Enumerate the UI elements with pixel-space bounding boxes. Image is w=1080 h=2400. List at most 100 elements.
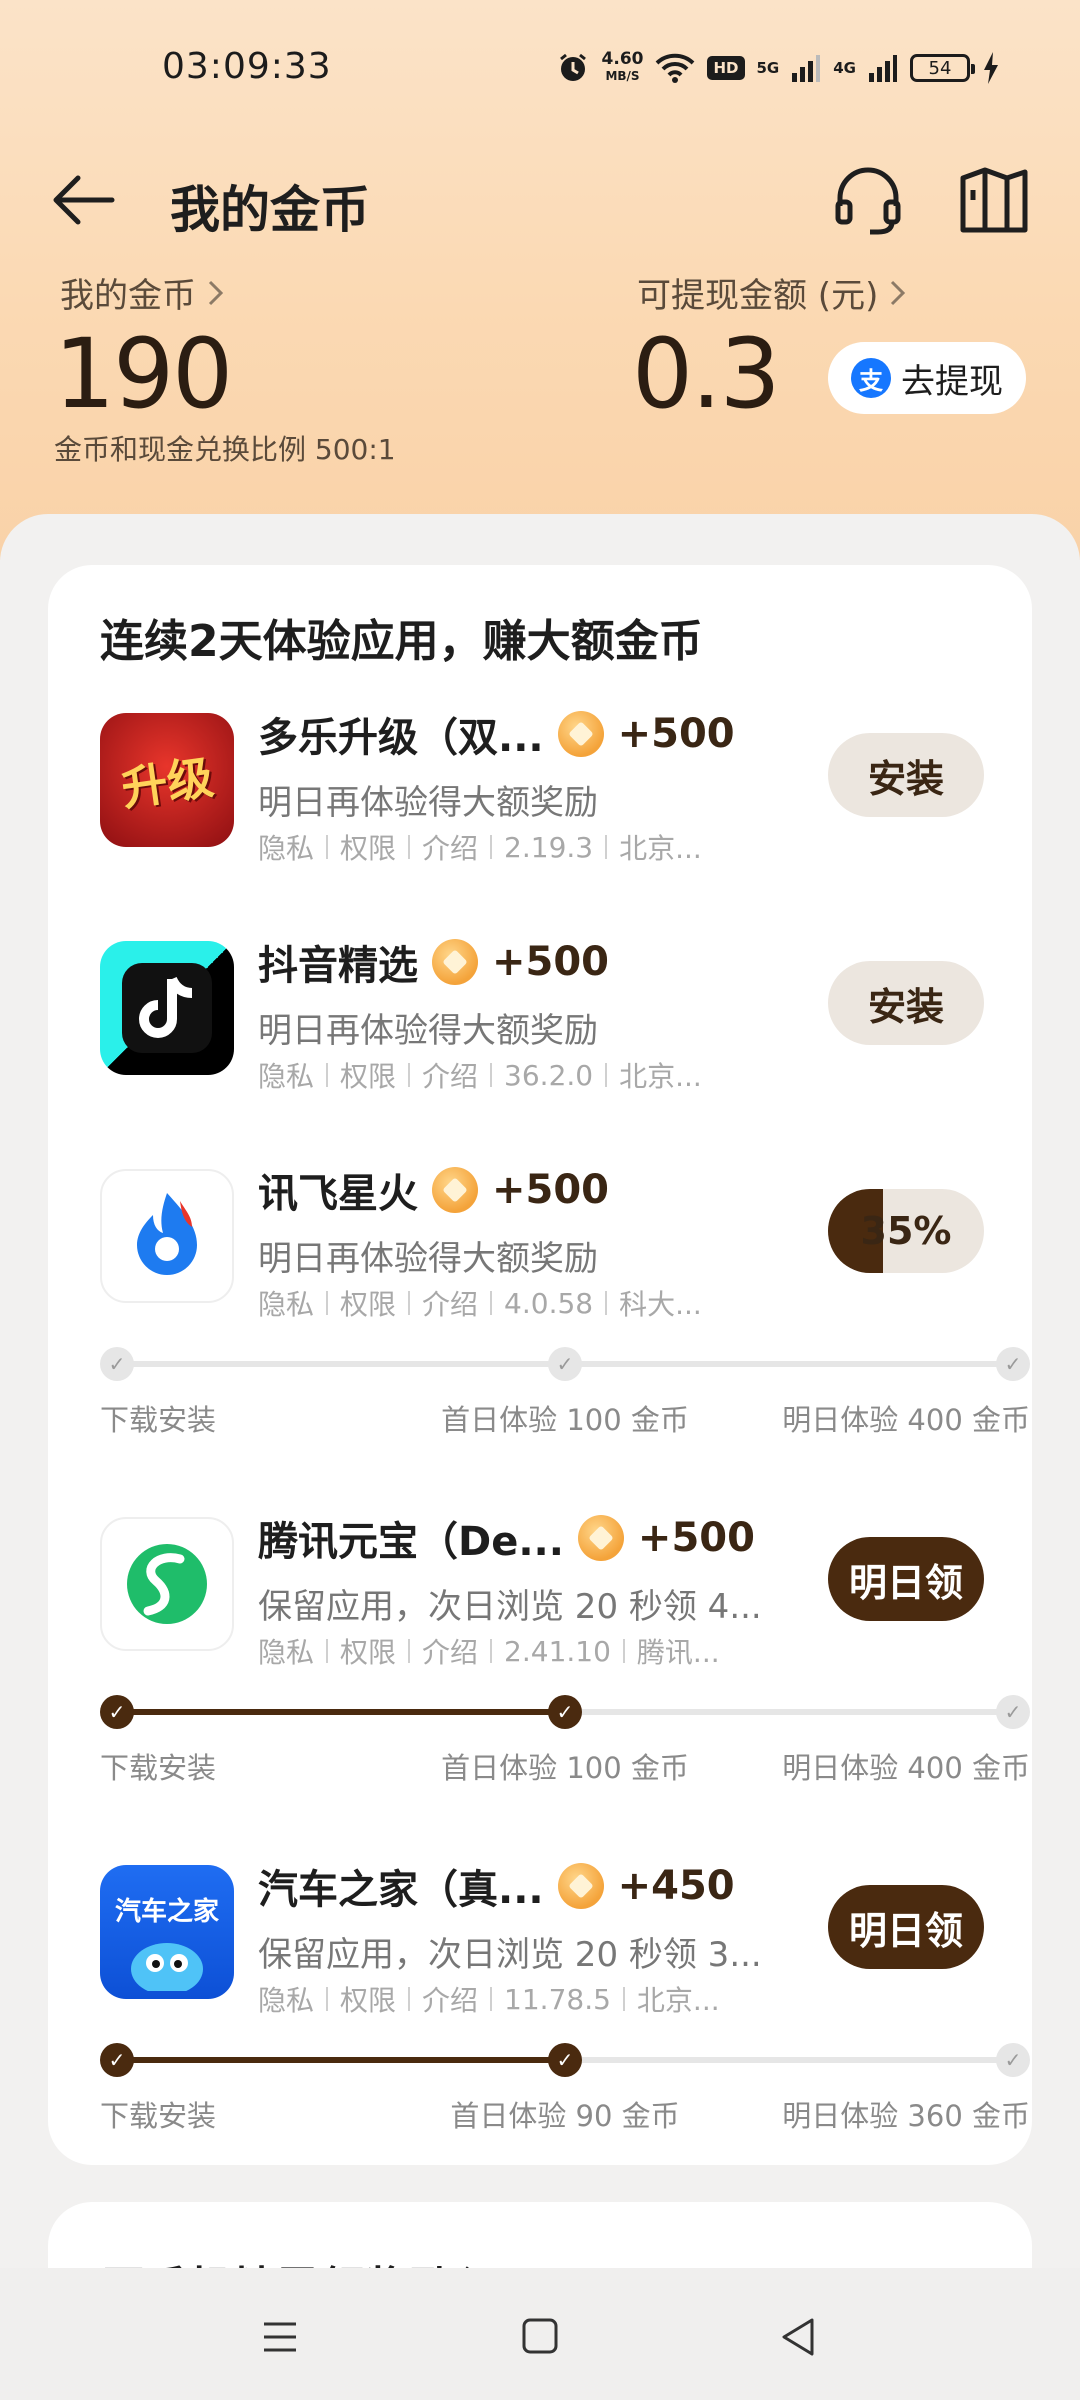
task-card-title: 连续2天体验应用，赚大额金币 bbox=[100, 616, 703, 667]
chevron-right-icon bbox=[208, 280, 224, 305]
app-version: 11.78.5 bbox=[504, 1982, 611, 2016]
intro-link[interactable]: 介绍 bbox=[422, 1979, 478, 2019]
step-label: 下载安装 bbox=[100, 1751, 217, 1785]
mascot-icon bbox=[131, 1943, 203, 1991]
signal-4g-label: 4G bbox=[833, 59, 856, 77]
permissions-link[interactable]: 权限 bbox=[340, 1283, 396, 1323]
claim-tomorrow-button[interactable]: 明日领 bbox=[828, 1537, 984, 1621]
divider bbox=[605, 1063, 608, 1087]
back-triangle-icon[interactable] bbox=[770, 2312, 830, 2362]
app-item-duole[interactable]: 升级 多乐升级（双... +500 明日再体验得大额奖励 隐私 权限 介绍 2.… bbox=[48, 711, 1032, 913]
app-item-douyin[interactable]: 抖音精选 +500 明日再体验得大额奖励 隐私 权限 介绍 36.2.0 北京.… bbox=[48, 939, 1032, 1141]
app-meta: 隐私 权限 介绍 11.78.5 北京... bbox=[258, 1979, 720, 2019]
app-description: 保留应用，次日浏览 20 秒领 3... bbox=[258, 1935, 762, 1975]
permissions-link[interactable]: 权限 bbox=[340, 1979, 396, 2019]
app-version: 2.19.3 bbox=[504, 830, 594, 864]
divider bbox=[408, 1063, 411, 1087]
divider bbox=[326, 1639, 329, 1663]
permissions-link[interactable]: 权限 bbox=[340, 1055, 396, 1095]
divider bbox=[326, 1987, 329, 2011]
page-title: 我的金币 bbox=[170, 181, 370, 239]
book-icon[interactable] bbox=[955, 162, 1031, 238]
claim-tomorrow-button[interactable]: 明日领 bbox=[828, 1885, 984, 1969]
divider bbox=[408, 1987, 411, 2011]
coins-value: 190 bbox=[54, 318, 233, 430]
reward-amount: +450 bbox=[617, 1863, 735, 1909]
alarm-icon bbox=[559, 53, 586, 81]
withdraw-label: 去提现 bbox=[901, 361, 1003, 402]
app-version: 2.41.10 bbox=[504, 1634, 611, 1668]
headset-icon[interactable] bbox=[830, 162, 906, 238]
privacy-link[interactable]: 隐私 bbox=[258, 1055, 314, 1095]
back-arrow-icon[interactable] bbox=[48, 168, 118, 232]
cash-label-link[interactable]: 可提现金额 (元) bbox=[637, 268, 908, 317]
app-name-text: 腾讯元宝（De... bbox=[258, 1519, 564, 1565]
app-item-xunfei[interactable]: 讯飞星火 +500 明日再体验得大额奖励 隐私 权限 介绍 4.0.58 科大.… bbox=[48, 1167, 1032, 1369]
menu-icon[interactable] bbox=[250, 2312, 310, 2362]
app-developer: 腾讯... bbox=[636, 1636, 720, 1669]
step-check-icon: ✓ bbox=[548, 1347, 582, 1381]
install-button[interactable]: 安装 bbox=[828, 733, 984, 817]
coins-label-link[interactable]: 我的金币 bbox=[60, 268, 226, 317]
app-name: 抖音精选 +500 bbox=[258, 933, 609, 991]
step-check-icon: ✓ bbox=[996, 1347, 1030, 1381]
step-check-icon: ✓ bbox=[100, 1347, 134, 1381]
divider bbox=[408, 1291, 411, 1315]
reward-amount: +500 bbox=[492, 1167, 610, 1213]
app-item-yuanbao[interactable]: 腾讯元宝（De... +500 保留应用，次日浏览 20 秒领 4... 隐私 … bbox=[48, 1515, 1032, 1717]
autohome-steps: ✓ 下载安装 ✓ 首日体验 90 金币 ✓ 明日体验 360 金币 bbox=[100, 2041, 1030, 2133]
reward-amount: +500 bbox=[617, 711, 735, 757]
autohome-app-icon: 汽车之家 bbox=[100, 1865, 234, 1999]
task-card: 连续2天体验应用，赚大额金币 升级 多乐升级（双... +500 明日再体验得大… bbox=[48, 565, 1032, 2165]
divider bbox=[622, 1639, 625, 1663]
app-item-autohome[interactable]: 汽车之家 汽车之家（真... +450 保留应用，次日浏览 20 秒领 3...… bbox=[48, 1863, 1032, 2065]
download-progress-button[interactable]: 35% bbox=[828, 1189, 984, 1273]
step-check-icon: ✓ bbox=[548, 2043, 582, 2077]
privacy-link[interactable]: 隐私 bbox=[258, 1283, 314, 1323]
withdraw-button[interactable]: 支 去提现 bbox=[828, 342, 1026, 414]
coin-icon bbox=[577, 1515, 624, 1561]
yuanbao-steps: ✓ 下载安装 ✓ 首日体验 100 金币 ✓ 明日体验 400 金币 bbox=[100, 1693, 1030, 1785]
permissions-link[interactable]: 权限 bbox=[340, 827, 396, 867]
privacy-link[interactable]: 隐私 bbox=[258, 1631, 314, 1671]
net-speed: 4.60 MB/S bbox=[602, 51, 644, 85]
privacy-link[interactable]: 隐私 bbox=[258, 1979, 314, 2019]
app-developer: 北京... bbox=[619, 1060, 702, 1093]
divider bbox=[326, 835, 329, 859]
app-developer: 北京... bbox=[619, 832, 702, 865]
app-meta: 隐私 权限 介绍 2.41.10 腾讯... bbox=[258, 1631, 720, 1671]
step-check-icon: ✓ bbox=[548, 1695, 582, 1729]
hd-badge: HD bbox=[707, 56, 745, 80]
step-label: 明日体验 400 金币 bbox=[782, 1403, 1030, 1437]
intro-link[interactable]: 介绍 bbox=[422, 827, 478, 867]
app-description: 明日再体验得大额奖励 bbox=[258, 1239, 598, 1279]
app-name-text: 汽车之家（真... bbox=[258, 1867, 544, 1913]
step-check-icon: ✓ bbox=[100, 2043, 134, 2077]
tiktok-note-icon bbox=[122, 963, 212, 1053]
app-description: 保留应用，次日浏览 20 秒领 4... bbox=[258, 1587, 762, 1627]
app-description: 明日再体验得大额奖励 bbox=[258, 783, 598, 823]
install-button[interactable]: 安装 bbox=[828, 961, 984, 1045]
step-label: 首日体验 100 金币 bbox=[441, 1751, 689, 1785]
net-speed-unit: MB/S bbox=[605, 69, 640, 83]
autohome-icon-text: 汽车之家 bbox=[114, 1897, 219, 1927]
app-name: 多乐升级（双... +500 bbox=[258, 705, 735, 763]
signal-icon-2 bbox=[869, 55, 897, 82]
xunfei-app-icon bbox=[100, 1169, 234, 1303]
permissions-link[interactable]: 权限 bbox=[340, 1631, 396, 1671]
cash-value: 0.3 bbox=[632, 318, 781, 430]
home-icon[interactable] bbox=[510, 2312, 570, 2362]
app-meta: 隐私 权限 介绍 36.2.0 北京... bbox=[258, 1055, 702, 1095]
intro-link[interactable]: 介绍 bbox=[422, 1283, 478, 1323]
intro-link[interactable]: 介绍 bbox=[422, 1055, 478, 1095]
privacy-link[interactable]: 隐私 bbox=[258, 827, 314, 867]
intro-link[interactable]: 介绍 bbox=[422, 1631, 478, 1671]
status-icons: 4.60 MB/S HD 5G 4G 54 bbox=[556, 46, 1000, 90]
app-name: 讯飞星火 +500 bbox=[258, 1161, 609, 1219]
alipay-icon: 支 bbox=[851, 358, 891, 398]
app-name: 腾讯元宝（De... +500 bbox=[258, 1509, 755, 1567]
douyin-app-icon bbox=[100, 941, 234, 1075]
app-description: 明日再体验得大额奖励 bbox=[258, 1011, 598, 1051]
divider bbox=[622, 1987, 625, 2011]
app-meta: 隐私 权限 介绍 4.0.58 科大... bbox=[258, 1283, 702, 1323]
